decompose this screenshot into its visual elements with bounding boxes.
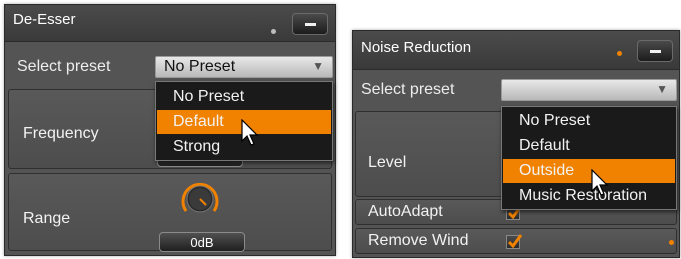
chevron-down-icon: ▼ xyxy=(656,82,668,96)
knob-icon[interactable] xyxy=(179,178,221,220)
de-esser-titlebar: De-Esser xyxy=(5,5,335,42)
range-value-button[interactable]: 0dB xyxy=(159,232,245,252)
select-preset-label: Select preset xyxy=(361,81,455,98)
range-value: 0dB xyxy=(190,235,214,250)
menu-item-no-preset[interactable]: No Preset xyxy=(503,109,675,133)
panel-title: Noise Reduction xyxy=(361,39,472,56)
remove-wind-checkbox[interactable] xyxy=(506,234,523,249)
noise-reduction-titlebar: Noise Reduction xyxy=(353,31,679,70)
menu-item-default[interactable]: Default xyxy=(503,134,675,158)
preset-dropdown-value: No Preset xyxy=(164,58,236,75)
preset-dropdown[interactable]: ▼ xyxy=(501,79,677,101)
minimize-button[interactable] xyxy=(637,40,673,62)
checkmark-icon xyxy=(507,234,523,249)
level-label: Level xyxy=(368,154,407,171)
mouse-cursor-icon xyxy=(591,169,609,196)
de-esser-panel: De-Esser Select preset No Preset ▼ Frequ… xyxy=(4,4,336,256)
autoadapt-label: AutoAdapt xyxy=(368,203,443,220)
remove-wind-row: Remove Wind xyxy=(355,228,677,254)
range-section: Range 0dB xyxy=(8,173,332,252)
menu-item-no-preset[interactable]: No Preset xyxy=(157,85,331,109)
noise-reduction-panel: Noise Reduction Select preset ▼ Level Au… xyxy=(352,30,680,258)
dot-indicator-icon xyxy=(271,29,276,34)
panel-title: De-Esser xyxy=(13,11,76,28)
minimize-button[interactable] xyxy=(292,13,328,35)
frequency-label: Frequency xyxy=(23,125,99,142)
remove-wind-label: Remove Wind xyxy=(368,232,469,249)
select-preset-label: Select preset xyxy=(17,58,111,75)
menu-item-music-restoration[interactable]: Music Restoration xyxy=(503,184,675,208)
dot-indicator-icon xyxy=(669,240,674,245)
range-label: Range xyxy=(23,210,71,227)
menu-item-outside[interactable]: Outside xyxy=(503,159,675,183)
dot-indicator-icon xyxy=(617,51,622,56)
mouse-cursor-icon xyxy=(241,119,259,146)
chevron-down-icon: ▼ xyxy=(312,59,324,73)
preset-dropdown[interactable]: No Preset ▼ xyxy=(155,56,333,78)
preset-menu: No Preset Default Outside Music Restorat… xyxy=(501,106,677,210)
